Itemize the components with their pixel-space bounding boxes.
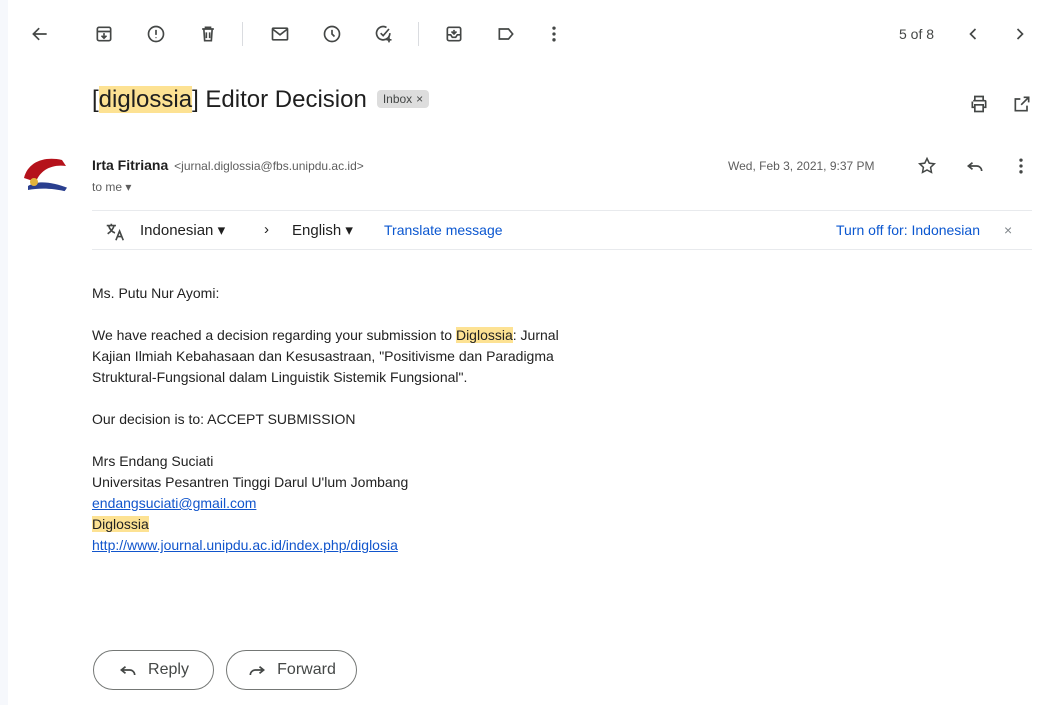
- avatar[interactable]: [22, 152, 70, 200]
- chevron-down-icon: ▾: [345, 222, 353, 239]
- paragraph-submission: We have reached a decision regarding you…: [92, 325, 652, 388]
- label-icon[interactable]: [492, 20, 520, 48]
- older-icon[interactable]: [1006, 20, 1034, 48]
- decision-text: Our decision is to: ACCEPT SUBMISSION: [92, 411, 356, 427]
- message-date: Wed, Feb 3, 2021, 9:37 PM: [728, 159, 875, 173]
- back-arrow-icon[interactable]: [26, 20, 54, 48]
- left-edge: [0, 0, 8, 705]
- sender-email: <jurnal.diglossia@fbs.unipdu.ac.id>: [174, 159, 364, 173]
- label-text: Inbox: [382, 92, 413, 106]
- page-title: [diglossia] Editor Decision Inbox ×: [92, 86, 430, 114]
- remove-label-icon[interactable]: ×: [416, 92, 423, 106]
- reply-label: Reply: [148, 661, 189, 678]
- translate-bar: Indonesian ▾ › English ▾ Translate messa…: [92, 210, 1032, 250]
- more-vert-icon[interactable]: [540, 20, 568, 48]
- subject-prefix: [: [92, 86, 99, 113]
- subject-highlight: diglossia: [98, 86, 193, 113]
- message-counter: 5 of 8: [899, 26, 935, 42]
- close-icon[interactable]: ×: [1004, 222, 1012, 238]
- reply-icon[interactable]: [961, 152, 989, 180]
- signature-name: Mrs Endang Suciati: [92, 453, 214, 469]
- forward-button[interactable]: Forward: [226, 650, 357, 690]
- snooze-icon[interactable]: [318, 20, 346, 48]
- chevron-down-icon: ▾: [217, 222, 226, 239]
- star-icon[interactable]: [913, 152, 941, 180]
- reply-button[interactable]: Reply: [93, 650, 214, 690]
- print-icon[interactable]: [965, 90, 993, 118]
- turn-off-translate-link[interactable]: Turn off for: Indonesian: [836, 222, 980, 238]
- body-text: : Jurnal: [512, 327, 559, 343]
- inbox-label-chip[interactable]: Inbox ×: [376, 90, 430, 108]
- subject-text: ] Editor Decision: [192, 86, 367, 113]
- chevron-right-icon: ›: [264, 221, 269, 238]
- open-in-new-window-icon[interactable]: [1008, 90, 1036, 118]
- archive-icon[interactable]: [90, 20, 118, 48]
- journal-highlight: Diglossia: [455, 327, 513, 343]
- forward-arrow-icon: [249, 666, 266, 676]
- signature-email-link[interactable]: endangsuciati@gmail.com: [92, 495, 256, 511]
- journal-url-link[interactable]: http://www.journal.unipdu.ac.id/index.ph…: [92, 537, 398, 553]
- source-language-select[interactable]: Indonesian ▾: [140, 221, 225, 239]
- recipient-text: to me: [92, 180, 123, 194]
- body-line: We have reached a decision regarding you…: [92, 325, 652, 346]
- body-text: We have reached a decision regarding you…: [92, 327, 456, 343]
- add-task-icon[interactable]: [370, 20, 398, 48]
- translate-icon: [104, 221, 126, 247]
- sender-line: Irta Fitriana <jurnal.diglossia@fbs.unip…: [92, 157, 364, 173]
- signature-journal: Diglossia: [92, 516, 149, 532]
- reply-arrow-icon: [120, 666, 136, 676]
- sender-name[interactable]: Irta Fitriana: [92, 157, 168, 173]
- newer-icon[interactable]: [959, 20, 987, 48]
- more-options-icon[interactable]: [1007, 152, 1035, 180]
- toolbar-separator: [418, 22, 419, 46]
- forward-label: Forward: [277, 661, 336, 678]
- report-spam-icon[interactable]: [142, 20, 170, 48]
- body-line: Kajian Ilmiah Kebahasaan dan Kesusastraa…: [92, 348, 554, 364]
- target-language-label: English: [292, 222, 342, 239]
- translate-message-link[interactable]: Translate message: [384, 222, 503, 238]
- source-language-label: Indonesian: [140, 222, 214, 239]
- mark-unread-icon[interactable]: [266, 20, 294, 48]
- message-toolbar: 5 of 8: [0, 0, 1050, 68]
- signature-organization: Universitas Pesantren Tinggi Darul U'lum…: [92, 474, 409, 490]
- recipient-details-toggle[interactable]: to me ▾: [92, 180, 131, 194]
- toolbar-separator: [242, 22, 243, 46]
- greeting: Ms. Putu Nur Ayomi:: [92, 285, 220, 301]
- delete-icon[interactable]: [194, 20, 222, 48]
- chevron-down-icon: ▾: [125, 180, 132, 194]
- body-line: Struktural-Fungsional dalam Linguistik S…: [92, 369, 468, 385]
- move-to-icon[interactable]: [440, 20, 468, 48]
- message-body: Ms. Putu Nur Ayomi: We have reached a de…: [92, 283, 652, 556]
- target-language-select[interactable]: English ▾: [292, 221, 353, 239]
- signature: Mrs Endang Suciati Universitas Pesantren…: [92, 451, 652, 556]
